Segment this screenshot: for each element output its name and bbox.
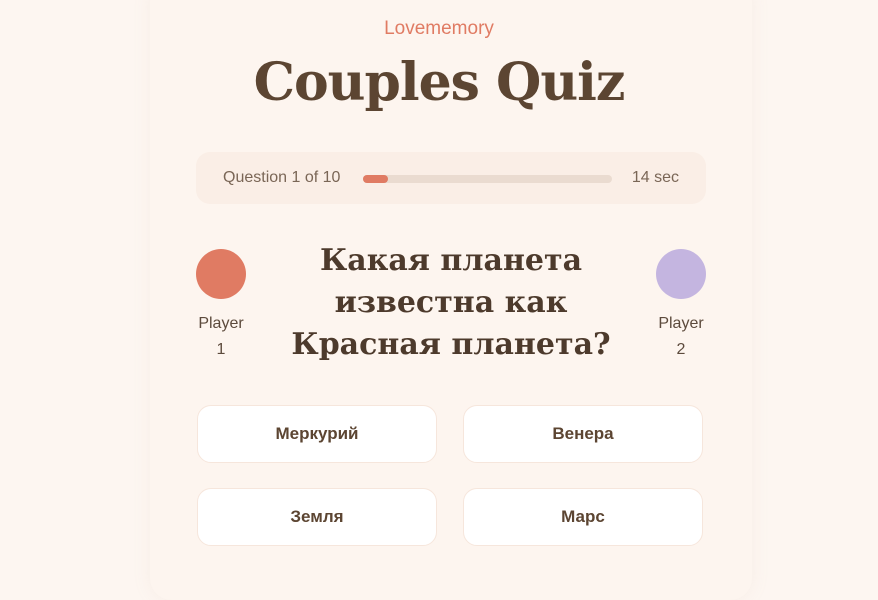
answer-option-1[interactable]: Меркурий [197, 405, 437, 463]
answer-option-2[interactable]: Венера [463, 405, 703, 463]
progress-bar-fill [363, 175, 388, 183]
question-counter: Question 1 of 10 [223, 169, 341, 186]
answer-option-4[interactable]: Марс [463, 488, 703, 546]
page-title: Couples Quiz [253, 52, 626, 113]
answer-option-3[interactable]: Земля [197, 488, 437, 546]
player-1-label: Player 1 [198, 315, 244, 358]
player-2-avatar [656, 249, 706, 299]
player-1-avatar [196, 249, 246, 299]
player-1: Player 1 [181, 249, 261, 363]
question-text: Какая планета известна как Красная плане… [291, 243, 611, 362]
progress-panel: Question 1 of 10 14 sec [196, 152, 706, 204]
countdown-timer: 14 sec [631, 169, 679, 186]
progress-bar [363, 175, 612, 183]
player-2: Player 2 [641, 249, 721, 363]
brand-name: Lovememory [384, 18, 494, 39]
player-2-label: Player 2 [658, 315, 704, 358]
